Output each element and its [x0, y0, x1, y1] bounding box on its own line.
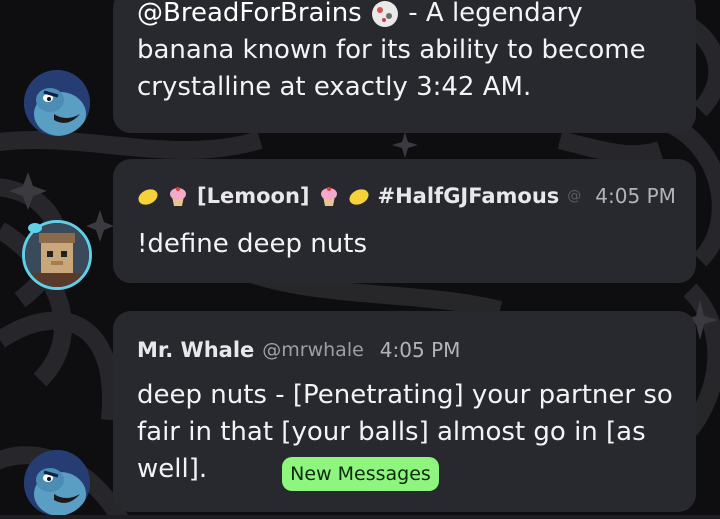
bread-emoji-icon — [370, 0, 400, 29]
message-2-text: !define deep nuts — [137, 229, 368, 259]
message-3-header: Mr. Whale @mrwhale 4:05 PM — [137, 338, 460, 362]
role-tag[interactable]: #HalfGJFamous — [378, 184, 560, 208]
timestamp: 4:05 PM — [379, 338, 461, 362]
cupcake-emoji-icon — [167, 185, 189, 207]
author-name[interactable]: [Lemoon] — [197, 184, 310, 208]
cupcake-emoji-icon — [318, 185, 340, 207]
whale-avatar-icon — [24, 450, 90, 516]
timestamp: 4:05 PM — [595, 184, 676, 208]
author-handle: @mrwhale — [262, 339, 364, 361]
message-2-header: [Lemoon] #HalfGJFamous @ 4:05 PM — [137, 184, 676, 208]
lemon-emoji-icon — [137, 185, 159, 207]
message-1-text: @BreadForBrains - A legendary banana kno… — [137, 0, 646, 102]
author-name[interactable]: Mr. Whale — [137, 338, 254, 362]
new-messages-button[interactable]: New Messages — [282, 457, 439, 491]
handle-truncated: @ — [567, 188, 582, 204]
whale-avatar-icon — [24, 70, 90, 136]
lemon-emoji-icon — [348, 185, 370, 207]
mention-link[interactable]: @BreadForBrains — [137, 0, 362, 28]
message-bubble-2 — [113, 159, 696, 283]
mr-whale-avatar[interactable] — [24, 450, 90, 516]
divider — [0, 515, 720, 519]
avatar-badge-icon — [28, 218, 42, 233]
mr-whale-avatar[interactable] — [24, 70, 90, 136]
